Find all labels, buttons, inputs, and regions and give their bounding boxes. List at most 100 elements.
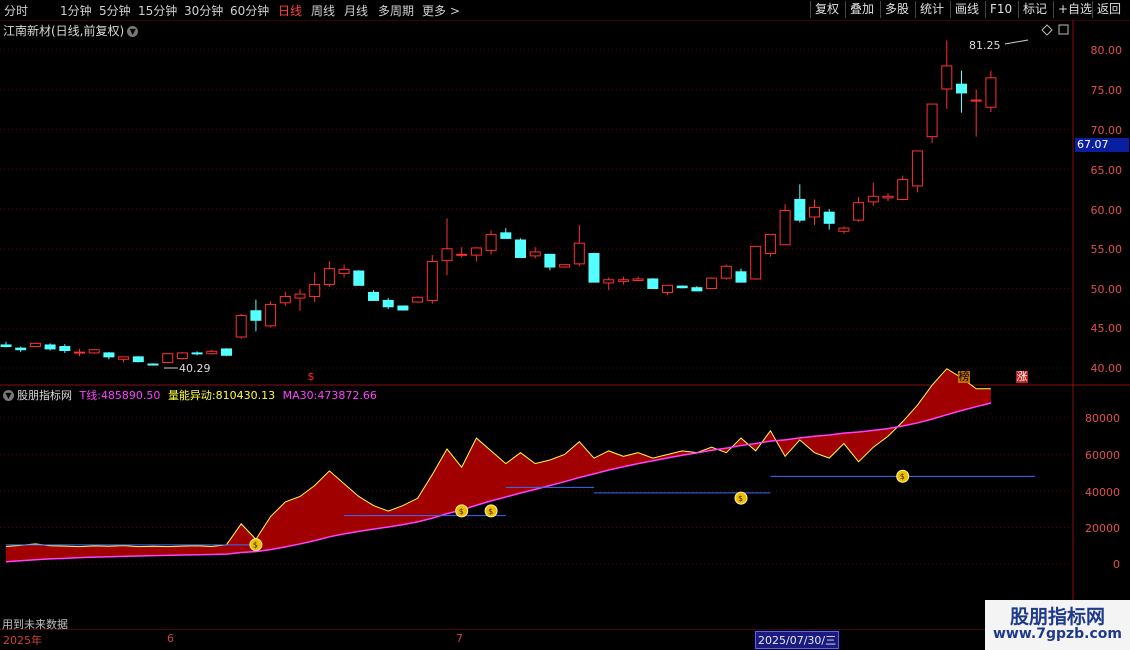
candle-up	[867, 195, 879, 203]
candle-up	[617, 279, 629, 282]
candle-down	[397, 305, 409, 311]
candle-up	[338, 268, 350, 274]
energy-label: 量能异动:	[167, 389, 216, 402]
candle-up	[529, 251, 541, 257]
candle-down	[368, 291, 379, 301]
candle-up	[720, 265, 732, 279]
candle-up	[235, 315, 247, 338]
candle-up	[176, 352, 188, 359]
candle-up	[323, 268, 335, 286]
indicator-title[interactable]: ▼ 股朋指标网 T线:485890.50 量能异动:810430.13 MA30:…	[3, 387, 377, 403]
candle-up	[897, 179, 909, 200]
candle-up	[985, 77, 997, 108]
candle-down	[353, 270, 365, 286]
indicator-tick: 80000	[1085, 412, 1120, 425]
selected-date-label[interactable]: 2025/07/30/三	[755, 631, 840, 649]
candle-down	[544, 253, 556, 268]
t-line-label: T线:	[79, 389, 101, 402]
candle-up	[29, 342, 41, 348]
indicator-tick: 60000	[1085, 449, 1120, 462]
date-year-label: 2025年	[3, 634, 42, 647]
candle-down	[382, 299, 394, 308]
indicator-tick: 0	[1113, 558, 1120, 571]
candle-up	[970, 99, 982, 102]
chart-nav-icon[interactable]	[1058, 24, 1069, 35]
high-price-label: 81.25	[969, 39, 1001, 52]
ma30-label: MA30:	[282, 389, 318, 402]
high-marker: 81.25	[969, 39, 1029, 52]
date-month-6: 6	[167, 632, 174, 645]
bang-badge[interactable]: 榜	[958, 371, 970, 383]
candle-up	[573, 242, 585, 265]
candle-up	[265, 303, 277, 327]
candle-up	[470, 247, 482, 256]
date-axis	[0, 630, 1075, 650]
candle-down	[0, 344, 12, 348]
candle-up	[412, 296, 424, 303]
candle-up	[882, 195, 894, 199]
price-tick: 60.00	[1090, 204, 1123, 217]
candle-down	[250, 310, 262, 321]
candle-up	[779, 210, 791, 246]
candle-up	[926, 103, 938, 138]
candle-up	[632, 278, 644, 282]
candle-up	[309, 284, 321, 297]
candlestick-chart[interactable]: $ $ $ $ $ 81.25 40.29	[0, 0, 1130, 650]
candle-up	[559, 264, 571, 268]
money-bag-glyph: $	[738, 494, 743, 503]
dollar-badge[interactable]: $	[305, 371, 317, 383]
candle-up	[911, 150, 923, 187]
candle-up	[853, 202, 865, 221]
candle-up	[485, 233, 497, 251]
price-tick: 50.00	[1090, 283, 1123, 296]
price-tick: 70.00	[1090, 124, 1123, 137]
candle-up	[441, 248, 453, 262]
price-tick: 45.00	[1090, 322, 1123, 335]
candle-up	[809, 206, 820, 218]
price-tick: 75.00	[1090, 84, 1123, 97]
indicator-tick: 20000	[1085, 522, 1120, 535]
price-tick: 65.00	[1090, 164, 1123, 177]
chevron-down-icon[interactable]: ▼	[3, 390, 14, 401]
indicator-tick: 40000	[1085, 486, 1120, 499]
candle-up	[206, 350, 218, 355]
candle-up	[662, 284, 673, 293]
money-bag-glyph: $	[488, 507, 493, 516]
candle-down	[735, 271, 747, 283]
candle-down	[823, 211, 835, 224]
candle-up	[279, 295, 291, 304]
candle-up	[838, 227, 850, 232]
current-price-tag: 67.07	[1075, 138, 1129, 152]
low-price-label: 40.29	[179, 362, 211, 375]
candle-up	[456, 253, 468, 256]
candle-down	[588, 253, 600, 283]
candle-up	[74, 351, 85, 354]
candle-down	[515, 239, 526, 258]
ma30-value: 473872.66	[317, 389, 377, 402]
candle-down	[676, 285, 688, 289]
watermark-url: www.7gpzb.com	[992, 626, 1122, 642]
price-tick: 55.00	[1090, 243, 1123, 256]
candle-down	[794, 198, 806, 221]
money-bag-glyph: $	[900, 472, 905, 481]
candle-up	[162, 353, 174, 363]
zhang-badge[interactable]: 涨	[1016, 371, 1028, 383]
money-bag-glyph: $	[253, 541, 258, 550]
t-line-value: 485890.50	[100, 389, 161, 402]
candle-down	[221, 348, 232, 356]
candle-down	[147, 363, 159, 366]
candle-up	[426, 260, 438, 301]
low-marker: 40.29	[164, 362, 211, 375]
candle-down	[956, 83, 967, 94]
candle-down	[132, 356, 144, 363]
diamond-icon[interactable]	[1041, 24, 1053, 36]
candle-down	[15, 347, 27, 351]
candle-up	[603, 279, 615, 284]
candle-down	[44, 344, 56, 350]
indicator-name: 股朋指标网	[17, 389, 72, 402]
money-bag-glyph: $	[459, 507, 464, 516]
energy-value: 810430.13	[215, 389, 276, 402]
price-tick: 80.00	[1090, 44, 1123, 57]
candle-up	[750, 245, 762, 280]
candle-up	[706, 277, 718, 290]
